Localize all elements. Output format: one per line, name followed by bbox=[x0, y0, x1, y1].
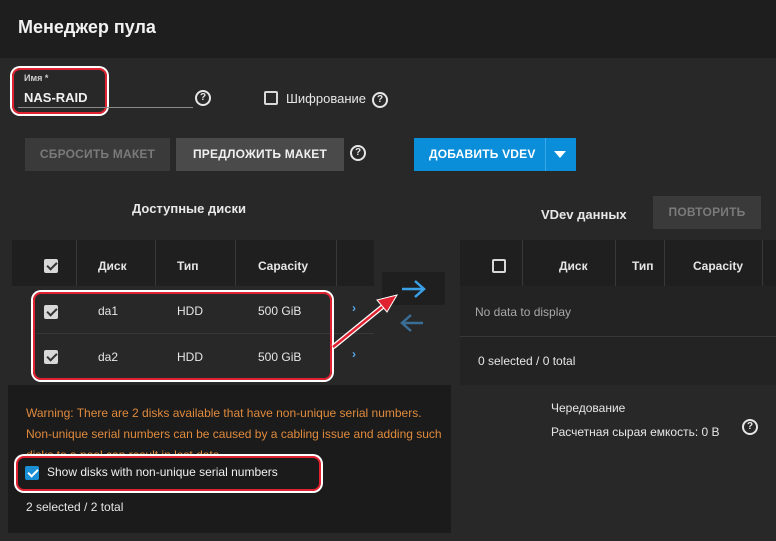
name-field-label: Имя * bbox=[24, 73, 49, 83]
data-vdev-title: VDev данных bbox=[541, 207, 627, 222]
available-selection-count: 2 selected / 2 total bbox=[26, 500, 124, 514]
show-nonunique-label[interactable]: Show disks with non-unique serial number… bbox=[47, 465, 278, 479]
add-vdev-label: ДОБАВИТЬ VDEV bbox=[429, 147, 536, 161]
name-field[interactable]: NAS-RAID bbox=[24, 90, 88, 105]
column-divider bbox=[664, 240, 665, 286]
page-title: Менеджер пула bbox=[18, 17, 156, 37]
reset-layout-button[interactable]: СБРОСИТЬ МАКЕТ bbox=[25, 138, 170, 171]
select-all-vdev-checkbox[interactable] bbox=[492, 259, 506, 273]
add-vdev-divider bbox=[545, 138, 546, 171]
show-nonunique-checkbox[interactable] bbox=[25, 466, 39, 480]
capacity-help-icon[interactable]: ? bbox=[742, 419, 758, 435]
vdev-col-capacity-header: Capacity bbox=[693, 259, 744, 273]
column-divider bbox=[76, 240, 77, 286]
repeat-button[interactable]: ПОВТОРИТЬ bbox=[653, 196, 761, 229]
name-field-underline bbox=[18, 107, 193, 108]
layout-help-icon[interactable]: ? bbox=[350, 145, 366, 161]
disk-rows-highlight bbox=[33, 292, 332, 380]
raw-capacity-label: Расчетная сырая емкость: 0 B bbox=[551, 425, 720, 439]
add-vdev-button[interactable]: ДОБАВИТЬ VDEV bbox=[414, 138, 576, 171]
suggest-layout-button[interactable]: ПРЕДЛОЖИТЬ МАКЕТ bbox=[176, 138, 344, 171]
encryption-help-icon[interactable]: ? bbox=[372, 92, 388, 108]
empty-table-message: No data to display bbox=[475, 305, 572, 319]
name-help-icon[interactable]: ? bbox=[195, 90, 211, 106]
annotation-arrow-icon bbox=[331, 294, 399, 349]
striping-label: Чередование bbox=[551, 401, 626, 415]
vdev-col-type-header: Тип bbox=[632, 259, 654, 273]
col-disk-header: Диск bbox=[98, 259, 127, 273]
encryption-checkbox[interactable] bbox=[264, 91, 278, 105]
column-divider bbox=[522, 240, 523, 286]
column-divider bbox=[235, 240, 236, 286]
column-divider bbox=[155, 240, 156, 286]
select-all-disks-checkbox[interactable] bbox=[44, 259, 58, 273]
encryption-label: Шифрование bbox=[286, 91, 366, 106]
col-capacity-header: Capacity bbox=[258, 259, 309, 273]
vdev-col-disk-header: Диск bbox=[559, 259, 588, 273]
available-disks-title: Доступные диски bbox=[132, 201, 246, 216]
nonunique-serial-warning: Warning: There are 2 disks available tha… bbox=[26, 406, 442, 455]
column-divider bbox=[615, 240, 616, 286]
row-divider bbox=[460, 336, 776, 337]
column-divider bbox=[336, 240, 337, 286]
chevron-down-icon[interactable] bbox=[554, 151, 566, 158]
vdev-selection-count: 0 selected / 0 total bbox=[478, 354, 576, 368]
column-divider bbox=[762, 240, 763, 286]
col-type-header: Тип bbox=[177, 259, 199, 273]
